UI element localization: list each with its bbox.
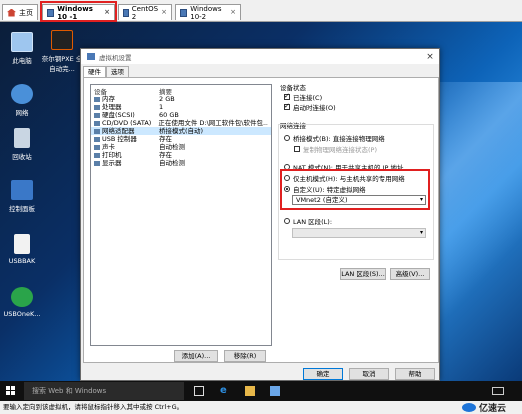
- lan-segment-select[interactable]: ▾: [292, 228, 426, 238]
- usb-controller-icon: [94, 136, 100, 142]
- taskbar: 搜索 Web 和 Windows e: [0, 381, 522, 401]
- advanced-button[interactable]: 高级(V)...: [390, 268, 430, 280]
- device-row-sound[interactable]: 声卡 自动检测: [91, 143, 271, 151]
- desktop-icon-computer[interactable]: 此电脑: [0, 32, 44, 65]
- custom-network-highlight-box: [280, 169, 430, 210]
- checkbox-icon: [284, 92, 290, 100]
- chevron-down-icon: ▾: [419, 229, 423, 236]
- replicate-state-checkbox[interactable]: 复制物理网络连接状态(P): [294, 144, 377, 154]
- cancel-button[interactable]: 取消: [349, 368, 389, 380]
- device-row-usb[interactable]: USB 控制器 存在: [91, 135, 271, 143]
- network-icon: [11, 84, 33, 104]
- task-view-icon[interactable]: [194, 386, 204, 396]
- desktop-icon-recycle-bin[interactable]: 回收站: [0, 128, 44, 161]
- close-icon[interactable]: ×: [230, 9, 236, 16]
- ok-button[interactable]: 确定: [303, 368, 343, 380]
- desktop-icon-network[interactable]: 网络: [0, 84, 44, 117]
- computer-icon: [11, 32, 33, 52]
- network-adapter-icon: [94, 128, 100, 134]
- device-row-cddvd[interactable]: CD/DVD (SATA) 正在使用文件 D:\网工软件包\软件包...: [91, 119, 271, 127]
- harddisk-icon: [94, 112, 100, 118]
- display-icon: [94, 160, 100, 166]
- brand-watermark: 亿速云: [461, 401, 506, 414]
- add-button[interactable]: 添加(A)...: [174, 350, 218, 362]
- pxe-icon: [51, 30, 73, 50]
- tab-highlight-box: [40, 1, 117, 22]
- close-icon[interactable]: ×: [161, 9, 167, 16]
- usb-onekey-icon: [11, 287, 33, 307]
- lan-segments-button[interactable]: LAN 区段(S)...: [340, 268, 386, 280]
- windows-start-icon[interactable]: [6, 386, 16, 396]
- vm-icon: [123, 8, 129, 17]
- connected-checkbox[interactable]: 已连接(C): [284, 92, 322, 102]
- store-icon[interactable]: [270, 386, 280, 396]
- device-list[interactable]: 设备 摘要 内存 2 GB 处理器 1 硬盘(SCSI) 60 GB CD/DV…: [90, 84, 272, 346]
- vm-icon: [87, 53, 95, 60]
- bridged-radio[interactable]: 桥接模式(B): 直接连接物理网络: [284, 133, 385, 143]
- device-row-network-adapter[interactable]: 网络适配器 桥接模式(自动): [91, 127, 271, 135]
- lan-segment-radio[interactable]: LAN 区段(L):: [284, 216, 332, 226]
- help-button[interactable]: 帮助: [395, 368, 435, 380]
- checkbox-icon: [294, 146, 300, 152]
- device-row-harddisk[interactable]: 硬盘(SCSI) 60 GB: [91, 111, 271, 119]
- tab-hardware[interactable]: 硬件: [83, 66, 106, 77]
- checkbox-icon: [284, 102, 290, 110]
- edge-icon[interactable]: e: [220, 386, 230, 396]
- cloud-logo-icon: [461, 403, 476, 412]
- desktop-icon-control-panel[interactable]: 控制面板: [0, 180, 44, 213]
- desktop-icon-usbbak[interactable]: USBBAK: [0, 234, 44, 265]
- vm-status-bar: 要输入定向到该虚拟机，请将鼠标指针移入其中或按 Ctrl+G。: [0, 401, 522, 414]
- close-icon[interactable]: ×: [421, 52, 439, 62]
- radio-icon: [284, 135, 290, 141]
- device-row-processor[interactable]: 处理器 1: [91, 103, 271, 111]
- tab-centos2[interactable]: CentOS 2 ×: [118, 4, 172, 21]
- tab-options[interactable]: 选项: [106, 66, 129, 77]
- desktop-icon-usbonekey[interactable]: USBOneK...: [0, 287, 44, 318]
- control-panel-icon: [11, 180, 33, 200]
- guest-desktop: 此电脑 奈尔钢PXE 全自动完... 网络 回收站 控制面板 USBBAK US…: [0, 22, 522, 381]
- recycle-bin-icon: [14, 128, 30, 148]
- taskbar-search-input[interactable]: 搜索 Web 和 Windows: [24, 382, 184, 400]
- processor-icon: [94, 104, 100, 110]
- memory-icon: [94, 96, 100, 102]
- vm-tab-bar: 主页 Windows 10 -1 × CentOS 2 × Windows 10…: [0, 0, 522, 22]
- device-list-header: 设备 摘要: [91, 85, 271, 96]
- radio-icon: [284, 218, 290, 224]
- remove-button[interactable]: 移除(R): [224, 350, 266, 362]
- dialog-tabs: 硬件 选项: [83, 66, 129, 77]
- tab-home[interactable]: 主页: [2, 4, 38, 20]
- cd-icon: [94, 120, 100, 126]
- column-summary: 摘要: [159, 88, 172, 96]
- device-row-printer[interactable]: 打印机 存在: [91, 151, 271, 159]
- column-device: 设备: [94, 88, 107, 96]
- connect-on-power-checkbox[interactable]: 启动时连接(O): [284, 102, 336, 112]
- system-tray-icon[interactable]: [492, 387, 504, 395]
- printer-icon: [94, 152, 100, 158]
- device-status-title: 设备状态: [280, 84, 306, 92]
- vm-icon: [180, 8, 188, 17]
- tab-windows10-2[interactable]: Windows 10-2 ×: [175, 4, 241, 21]
- dialog-title: 虚拟机设置: [99, 53, 132, 62]
- device-row-display[interactable]: 显示器 自动检测: [91, 159, 271, 167]
- desktop-icon-pxe[interactable]: 奈尔钢PXE 全自动完...: [40, 30, 84, 73]
- device-row-memory[interactable]: 内存 2 GB: [91, 95, 271, 103]
- dialog-titlebar: 虚拟机设置 ×: [81, 49, 439, 64]
- hardware-panel: 设备 摘要 内存 2 GB 处理器 1 硬盘(SCSI) 60 GB CD/DV…: [83, 77, 439, 363]
- home-icon: [7, 8, 16, 17]
- sound-icon: [94, 144, 100, 150]
- vm-settings-dialog: 虚拟机设置 × 硬件 选项 设备 摘要 内存 2 GB 处理器 1 硬盘(SCS…: [80, 48, 440, 381]
- usb-icon: [14, 234, 30, 254]
- file-explorer-icon[interactable]: [245, 386, 255, 396]
